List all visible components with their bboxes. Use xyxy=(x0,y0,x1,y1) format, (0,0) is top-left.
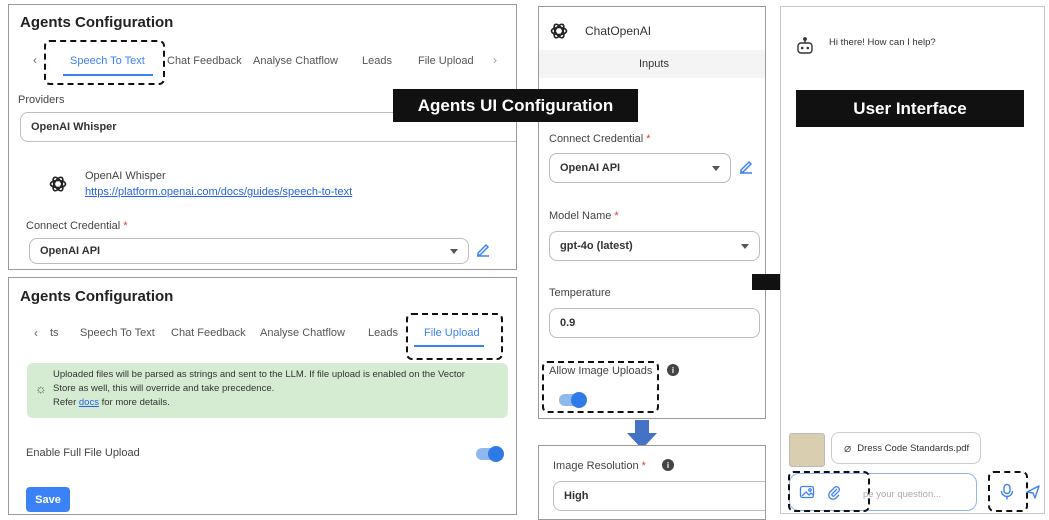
lightbulb-icon: ☼ xyxy=(35,380,47,396)
tab-speech-to-text[interactable]: Speech To Text xyxy=(80,327,155,339)
chat-ui-panel: Hi there! How can I help? User Interface… xyxy=(780,6,1045,514)
tab-chat-feedback[interactable]: Chat Feedback xyxy=(167,55,242,67)
info-alert: ☼ Uploaded files will be parsed as strin… xyxy=(27,363,508,418)
paperclip-icon: ⌀ xyxy=(844,441,852,455)
attachment-name: Dress Code Standards.pdf xyxy=(857,442,970,454)
tab-file-upload[interactable]: File Upload xyxy=(418,55,474,67)
panel-title: Agents Configuration xyxy=(20,14,174,31)
tab-analyse-chatflow[interactable]: Analyse Chatflow xyxy=(260,327,345,339)
highlight-microphone xyxy=(988,471,1028,512)
tab-analyse-chatflow[interactable]: Analyse Chatflow xyxy=(253,55,338,67)
docs-link[interactable]: docs xyxy=(79,397,99,408)
full-upload-toggle[interactable] xyxy=(476,446,504,462)
edit-pencil-icon[interactable] xyxy=(474,240,492,258)
model-select[interactable]: gpt-4o (latest) xyxy=(549,231,760,261)
highlight-speech-tab xyxy=(44,40,165,85)
inputs-section-title: Inputs xyxy=(639,58,669,70)
stt-config-panel: Agents Configuration ‹ Speech To Text Ch… xyxy=(8,4,517,270)
provider-docs-link[interactable]: https://platform.openai.com/docs/guides/… xyxy=(85,186,352,198)
chatopenai-node: ChatOpenAI Inputs Connect Credential * O… xyxy=(538,6,766,419)
tab-leads[interactable]: Leads xyxy=(362,55,392,67)
send-icon[interactable] xyxy=(1024,483,1042,501)
chat-input-placeholder[interactable]: pe your question... xyxy=(863,489,941,500)
caret-down-icon xyxy=(450,249,458,254)
agents-ui-config-banner: Agents UI Configuration xyxy=(393,89,638,122)
chevron-left-icon[interactable]: ‹ xyxy=(29,53,41,67)
openai-logo-icon xyxy=(47,173,69,195)
tab-leads[interactable]: Leads xyxy=(368,327,398,339)
info-icon: i xyxy=(662,459,674,471)
image-resolution-panel: Image Resolution * i High xyxy=(538,445,766,520)
edit-pencil-icon[interactable] xyxy=(737,157,755,175)
user-interface-banner: User Interface xyxy=(796,90,1024,127)
upload-config-panel: Agents Configuration ‹ ts Speech To Text… xyxy=(8,277,517,515)
credential-label: Connect Credential * xyxy=(549,133,651,145)
highlight-file-upload-tab xyxy=(406,313,503,360)
full-upload-label: Enable Full File Upload xyxy=(26,447,140,459)
info-text-line1: Uploaded files will be parsed as strings… xyxy=(53,369,465,380)
model-label: Model Name * xyxy=(549,210,619,222)
node-title: ChatOpenAI xyxy=(585,24,652,38)
info-icon: i xyxy=(667,364,679,376)
bot-greeting: Hi there! How can I help? xyxy=(829,37,936,48)
attachment-chip[interactable]: ⌀ Dress Code Standards.pdf xyxy=(831,432,981,464)
resolution-label: Image Resolution * xyxy=(553,460,646,472)
caret-down-icon xyxy=(741,244,749,249)
providers-label: Providers xyxy=(18,94,65,106)
info-text-line3: Refer docs for more details. xyxy=(53,397,170,408)
attachment-thumbnail xyxy=(789,433,825,467)
info-text-line2: Store as well, this will override and ta… xyxy=(53,383,275,394)
highlight-image-uploads xyxy=(542,361,659,413)
tab-chat-feedback[interactable]: Chat Feedback xyxy=(171,327,246,339)
credential-select[interactable]: OpenAI API xyxy=(549,153,731,183)
openai-logo-icon xyxy=(548,20,570,42)
chevron-right-icon[interactable]: › xyxy=(489,53,501,67)
caret-down-icon xyxy=(712,166,720,171)
resolution-select[interactable]: High xyxy=(553,481,765,511)
panel-title: Agents Configuration xyxy=(20,288,174,305)
highlight-upload-icons xyxy=(788,471,870,512)
bot-avatar-icon xyxy=(794,35,816,57)
save-button[interactable]: Save xyxy=(26,487,70,512)
credential-label: Connect Credential * xyxy=(26,220,128,232)
credential-select[interactable]: OpenAI API xyxy=(29,238,469,264)
temperature-input[interactable]: 0.9 xyxy=(549,308,760,338)
chevron-left-icon[interactable]: ‹ xyxy=(31,326,41,340)
temperature-label: Temperature xyxy=(549,287,611,299)
provider-name: OpenAI Whisper xyxy=(85,170,166,182)
tab-ts[interactable]: ts xyxy=(50,327,59,339)
